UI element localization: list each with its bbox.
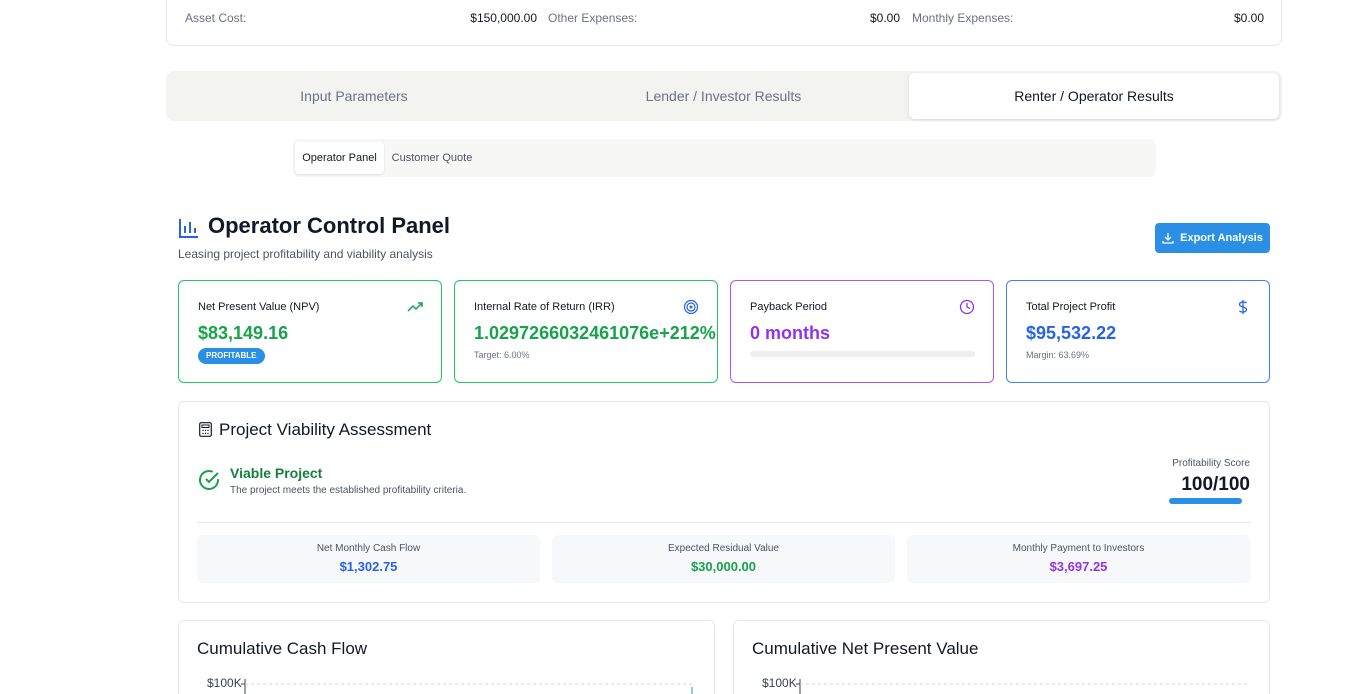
kpi-card-profit: Total Project Profit $95,532.22 Margin: … — [1006, 280, 1270, 383]
kpi-card-payback: Payback Period 0 months — [730, 280, 994, 383]
metric-net-monthly-cash-flow: Net Monthly Cash Flow $1,302.75 — [197, 535, 540, 583]
target-icon — [683, 299, 699, 315]
tab-input-parameters[interactable]: Input Parameters — [170, 73, 538, 119]
summary-label: Other Expenses: — [548, 11, 638, 25]
bar-chart-icon — [179, 219, 198, 238]
score-bar — [1169, 498, 1242, 504]
kpi-note: Margin: 63.69% — [1026, 350, 1090, 360]
page-subtitle: Leasing project profitability and viabil… — [178, 247, 433, 261]
kpi-value: 0 months — [750, 323, 831, 343]
viability-status-description: The project meets the established profit… — [230, 485, 467, 496]
kpi-value: 1.0297266032461076e+212% — [474, 323, 716, 343]
summary-other-expenses: Other Expenses: $0.00 — [548, 11, 900, 27]
metric-value: $30,000.00 — [690, 559, 757, 574]
tab-renter-operator-results[interactable]: Renter / Operator Results — [909, 73, 1279, 119]
metric-label: Expected Residual Value — [668, 543, 779, 554]
kpi-title: Net Present Value (NPV) — [198, 301, 320, 313]
kpi-card-npv: Net Present Value (NPV) $83,149.16 PROFI… — [178, 280, 442, 383]
cumulative-cash-flow-chart: Cumulative Cash Flow $100K — [178, 620, 715, 694]
export-label: Export Analysis — [1180, 232, 1263, 244]
metric-monthly-payment-investors: Monthly Payment to Investors $3,697.25 — [907, 535, 1250, 583]
summary-value: $150,000.00 — [470, 11, 537, 25]
metric-expected-residual-value: Expected Residual Value $30,000.00 — [552, 535, 895, 583]
calculator-icon — [199, 422, 212, 437]
status-badge: PROFITABLE — [198, 348, 265, 364]
tab-operator-panel[interactable]: Operator Panel — [295, 142, 384, 174]
kpi-value: $83,149.16 — [198, 323, 289, 343]
metric-label: Net Monthly Cash Flow — [316, 543, 421, 554]
divider — [197, 522, 1251, 523]
check-circle-icon — [199, 470, 219, 490]
page-title: Operator Control Panel — [208, 213, 451, 238]
viability-card: Project Viability Assessment Viable Proj… — [178, 401, 1270, 603]
viability-status-title: Viable Project — [230, 465, 323, 481]
cost-summary: Asset Cost: $150,000.00 Other Expenses: … — [166, 0, 1282, 46]
tab-customer-quote[interactable]: Customer Quote — [386, 142, 478, 174]
metric-value: $1,302.75 — [339, 559, 398, 574]
summary-label: Monthly Expenses: — [912, 11, 1014, 25]
kpi-title: Payback Period — [750, 301, 828, 313]
summary-label: Asset Cost: — [185, 11, 247, 25]
chart-plot-area — [796, 679, 1249, 694]
export-analysis-button[interactable]: Export Analysis — [1155, 223, 1270, 253]
dollar-icon — [1238, 300, 1248, 314]
viability-title: Project Viability Assessment — [219, 420, 432, 439]
summary-monthly-expenses: Monthly Expenses: $0.00 — [912, 11, 1264, 27]
clock-icon — [959, 299, 975, 315]
score-value: 100/100 — [1181, 474, 1250, 495]
download-icon — [1162, 233, 1174, 244]
score-label: Profitability Score — [1172, 458, 1250, 469]
chart-plot-area — [241, 679, 694, 694]
summary-asset-cost: Asset Cost: $150,000.00 — [185, 11, 537, 27]
kpi-value: $95,532.22 — [1026, 323, 1117, 343]
kpi-title: Internal Rate of Return (IRR) — [474, 301, 615, 313]
summary-value: $0.00 — [1233, 11, 1264, 25]
kpi-card-irr: Internal Rate of Return (IRR) 1.02972660… — [454, 280, 718, 383]
metric-label: Monthly Payment to Investors — [1012, 543, 1145, 554]
tab-lender-investor-results[interactable]: Lender / Investor Results — [539, 73, 908, 119]
kpi-note: Target: 6.00% — [474, 350, 530, 360]
payback-progress-bar — [750, 351, 975, 357]
sub-tabs: Operator Panel Customer Quote — [293, 139, 1156, 177]
metric-value: $3,697.25 — [1049, 559, 1108, 574]
cumulative-npv-chart: Cumulative Net Present Value $100K — [733, 620, 1270, 694]
summary-value: $0.00 — [869, 11, 900, 25]
main-tabs: Input Parameters Lender / Investor Resul… — [166, 71, 1282, 121]
kpi-title: Total Project Profit — [1026, 301, 1116, 313]
trending-up-icon — [407, 302, 423, 312]
score-bar-fill — [1169, 498, 1242, 504]
